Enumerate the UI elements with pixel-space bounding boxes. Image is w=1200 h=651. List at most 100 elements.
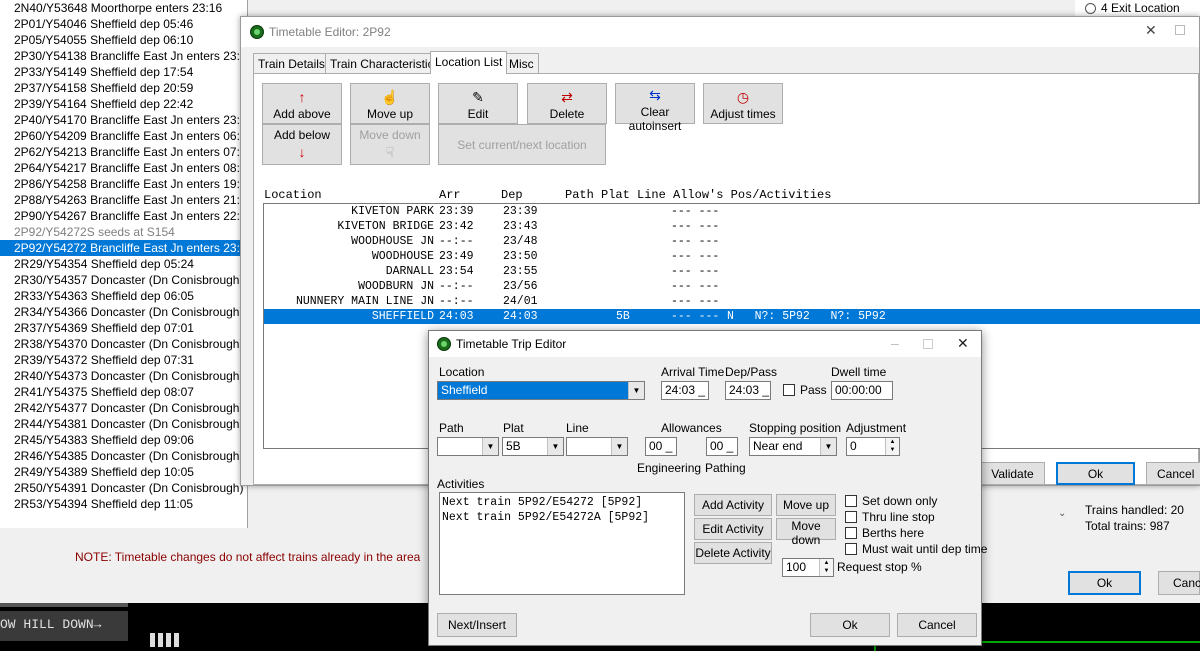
activity-item[interactable]: Next train 5P92/E54272A [5P92]	[442, 510, 682, 525]
next-insert-button[interactable]: Next/Insert	[437, 613, 517, 637]
main-ok-button[interactable]: Ok	[1068, 571, 1141, 595]
pathing-allowance-input[interactable]: 00 _	[706, 437, 738, 456]
tab-train-details[interactable]: Train Details	[253, 53, 330, 73]
chevron-down-icon[interactable]: ⌄	[1058, 508, 1066, 519]
edit-button[interactable]: ✎ Edit	[438, 83, 518, 124]
clear-autoinsert-button[interactable]: ⇆ Clear autoinsert	[615, 83, 695, 133]
location-row[interactable]: DARNALL 23:54 23:55 --- ---	[264, 264, 1200, 279]
location-row[interactable]: WOODBURN JN --:-- 23/56 --- ---	[264, 279, 1200, 294]
activity-move-up-button[interactable]: Move up	[776, 494, 836, 516]
chevron-down-icon[interactable]: ▼	[628, 382, 644, 399]
train-list-item[interactable]: 2R29/Y54354 Sheffield dep 05:24	[0, 256, 247, 272]
line-select[interactable]: ▼	[566, 437, 628, 456]
train-list-item[interactable]: 2P86/Y54258 Brancliffe East Jn enters 19…	[0, 176, 247, 192]
tab-train-characteristics[interactable]: Train Characteristics	[325, 53, 445, 73]
engineering-allowance-input[interactable]: 00 _	[645, 437, 677, 456]
stopping-position-select[interactable]: Near end ▼	[749, 437, 837, 456]
maximize-icon[interactable]	[923, 339, 933, 349]
dwell-time-input[interactable]: 00:00:00	[831, 381, 893, 400]
set-down-only-checkbox[interactable]	[845, 495, 857, 507]
activity-move-down-button[interactable]: Move down	[776, 518, 836, 547]
chevron-down-icon[interactable]: ▼	[482, 438, 498, 455]
train-list-item[interactable]: 2R42/Y54377 Doncaster (Dn Conisbrough) e…	[0, 400, 247, 416]
train-list-item[interactable]: 2P05/Y54055 Sheffield dep 06:10	[0, 32, 247, 48]
activities-list[interactable]: Next train 5P92/E54272 [5P92] Next train …	[439, 492, 685, 595]
add-above-button[interactable]: ↑ Add above	[262, 83, 342, 124]
pass-checkbox[interactable]	[783, 384, 795, 396]
location-row[interactable]: KIVETON BRIDGE 23:42 23:43 --- ---	[264, 219, 1200, 234]
validate-button[interactable]: Validate	[980, 462, 1045, 485]
train-list-item[interactable]: 2P92/Y54272S seeds at S154	[0, 224, 247, 240]
train-list-item[interactable]: 2R30/Y54357 Doncaster (Dn Conisbrough) e…	[0, 272, 247, 288]
chevron-down-icon[interactable]: ▼	[547, 438, 563, 455]
close-icon[interactable]: ✕	[1145, 22, 1157, 39]
thru-line-stop-checkbox[interactable]	[845, 511, 857, 523]
train-list-item[interactable]: 2N40/Y53648 Moorthorpe enters 23:16	[0, 0, 247, 16]
spin-icon[interactable]: ▲ ▼	[885, 438, 899, 455]
arrival-time-input[interactable]: 24:03 _	[661, 381, 709, 400]
location-row[interactable]: WOODHOUSE 23:49 23:50 --- ---	[264, 249, 1200, 264]
train-list-item[interactable]: 2R40/Y54373 Doncaster (Dn Conisbrough) e…	[0, 368, 247, 384]
edit-activity-button[interactable]: Edit Activity	[694, 518, 772, 540]
train-list-item[interactable]: 2R53/Y54394 Sheffield dep 11:05	[0, 496, 247, 512]
train-list-item[interactable]: 2P90/Y54267 Brancliffe East Jn enters 22…	[0, 208, 247, 224]
tab-location-list[interactable]: Location List	[430, 51, 508, 74]
delete-button[interactable]: ⇄ Delete	[527, 83, 607, 124]
train-list-item[interactable]: 2R41/Y54375 Sheffield dep 08:07	[0, 384, 247, 400]
train-list-item[interactable]: 2P30/Y54138 Brancliffe East Jn enters 23…	[0, 48, 247, 64]
activity-item[interactable]: Next train 5P92/E54272 [5P92]	[442, 495, 682, 510]
editor-ok-button[interactable]: Ok	[1056, 462, 1135, 485]
request-stop-stepper[interactable]: 100 ▲ ▼	[782, 558, 834, 577]
location-select[interactable]: Sheffield ▼	[437, 381, 645, 400]
train-list-item[interactable]: 2P01/Y54046 Sheffield dep 05:46	[0, 16, 247, 32]
adjust-times-button[interactable]: ◷ Adjust times	[703, 83, 783, 124]
train-list-item[interactable]: 2P62/Y54213 Brancliffe East Jn enters 07…	[0, 144, 247, 160]
location-row[interactable]: KIVETON PARK 23:39 23:39 --- ---	[264, 204, 1200, 219]
train-list-item[interactable]: 2R50/Y54391 Doncaster (Dn Conisbrough) e…	[0, 480, 247, 496]
delete-activity-button[interactable]: Delete Activity	[694, 542, 772, 564]
tab-misc[interactable]: Misc	[504, 53, 539, 73]
berths-here-checkbox[interactable]	[845, 527, 857, 539]
adjustment-stepper[interactable]: 0 ▲ ▼	[846, 437, 900, 456]
path-select[interactable]: ▼	[437, 437, 499, 456]
add-below-button[interactable]: Add below ↓	[262, 124, 342, 165]
train-list-item[interactable]: 2R45/Y54383 Sheffield dep 09:06	[0, 432, 247, 448]
trip-cancel-button[interactable]: Cancel	[897, 613, 977, 637]
move-down-button[interactable]: Move down ☟	[350, 124, 430, 165]
radio-icon[interactable]	[1085, 3, 1096, 15]
location-row[interactable]: NUNNERY MAIN LINE JN --:-- 24/01 --- ---	[264, 294, 1200, 309]
set-current-location-button[interactable]: Set current/next location	[438, 124, 606, 165]
train-list-item[interactable]: 2P40/Y54170 Brancliffe East Jn enters 23…	[0, 112, 247, 128]
chevron-down-icon[interactable]: ▼	[611, 438, 627, 455]
close-icon[interactable]: ✕	[957, 335, 969, 352]
main-cancel-button[interactable]: Canc	[1158, 571, 1200, 595]
location-row[interactable]: WOODHOUSE JN --:-- 23/48 --- ---	[264, 234, 1200, 249]
spin-icon[interactable]: ▲ ▼	[819, 559, 833, 576]
train-list-item[interactable]: 2P60/Y54209 Brancliffe East Jn enters 06…	[0, 128, 247, 144]
must-wait-checkbox[interactable]	[845, 543, 857, 555]
train-list-item[interactable]: 2R46/Y54385 Doncaster (Dn Conisbrough) e…	[0, 448, 247, 464]
train-list-item[interactable]: 2P39/Y54164 Sheffield dep 22:42	[0, 96, 247, 112]
maximize-icon[interactable]	[1175, 25, 1185, 35]
chevron-down-icon[interactable]: ▼	[820, 438, 836, 455]
train-list-item[interactable]: 2R44/Y54381 Doncaster (Dn Conisbrough) e…	[0, 416, 247, 432]
train-list-item[interactable]: 2P33/Y54149 Sheffield dep 17:54	[0, 64, 247, 80]
train-list-item[interactable]: 2R33/Y54363 Sheffield dep 06:05	[0, 288, 247, 304]
add-activity-button[interactable]: Add Activity	[694, 494, 772, 516]
dep-pass-input[interactable]: 24:03 _	[725, 381, 771, 400]
train-list-item[interactable]: 2P37/Y54158 Sheffield dep 20:59	[0, 80, 247, 96]
train-list-item[interactable]: 2R38/Y54370 Doncaster (Dn Conisbrough) e…	[0, 336, 247, 352]
move-up-button[interactable]: ☝ Move up	[350, 83, 430, 124]
location-row[interactable]: SHEFFIELD 24:03 24:03 5B --- --- N N?: 5P92 N…	[264, 309, 1200, 324]
editor-cancel-button[interactable]: Cancel	[1146, 462, 1200, 485]
train-list-item[interactable]: 2P92/Y54272 Brancliffe East Jn enters 23…	[0, 240, 247, 256]
train-list-item[interactable]: 2R37/Y54369 Sheffield dep 07:01	[0, 320, 247, 336]
trip-ok-button[interactable]: Ok	[810, 613, 890, 637]
train-list[interactable]: 2N40/Y53648 Moorthorpe enters 23:16 2P01/…	[0, 0, 248, 528]
minimize-icon[interactable]: –	[891, 335, 899, 351]
plat-select[interactable]: 5B ▼	[502, 437, 564, 456]
train-list-item[interactable]: 2R49/Y54389 Sheffield dep 10:05	[0, 464, 247, 480]
train-list-item[interactable]: 2R34/Y54366 Doncaster (Dn Conisbrough) e…	[0, 304, 247, 320]
train-list-item[interactable]: 2P64/Y54217 Brancliffe East Jn enters 08…	[0, 160, 247, 176]
train-list-item[interactable]: 2R39/Y54372 Sheffield dep 07:31	[0, 352, 247, 368]
